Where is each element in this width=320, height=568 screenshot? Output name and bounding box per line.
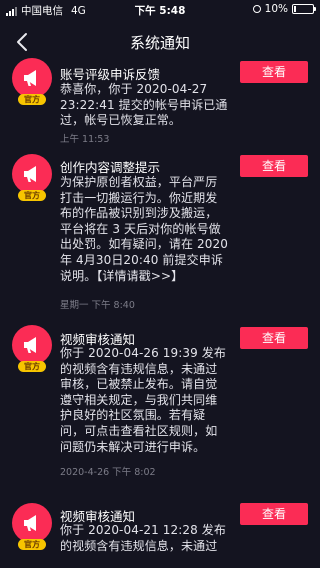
megaphone-icon	[24, 70, 36, 86]
notification-body: 你于 2020-04-26 19:39 发布 的视频含有违规信息，未通过 审核，…	[60, 346, 226, 454]
official-badge: 官方	[18, 361, 46, 372]
official-badge: 官方	[18, 539, 46, 550]
official-avatar[interactable]	[12, 325, 52, 365]
notification-list[interactable]: 官方 账号评级申诉反馈 恭喜你，你于 2020-04-27 23:22:41 提…	[0, 58, 320, 568]
notification-time: 2020-4-26 下午 8:02	[60, 467, 156, 478]
notification-item: 官方 视频审核通知 你于 2020-04-26 19:39 发布 的视频含有违规…	[0, 325, 320, 503]
page-title: 系统通知	[129, 34, 190, 52]
official-badge: 官方	[18, 190, 46, 201]
details-link[interactable]: 【详情请戳>>】	[96, 269, 183, 283]
view-button[interactable]: 查看	[240, 61, 308, 83]
megaphone-icon	[24, 166, 36, 182]
nav-bar: 系统通知	[0, 20, 320, 64]
notification-time: 上午 11:53	[60, 134, 110, 145]
official-avatar[interactable]	[12, 58, 52, 98]
view-button[interactable]: 查看	[240, 503, 308, 525]
notification-title: 创作内容调整提示	[60, 160, 161, 175]
notification-item: 官方 视频审核通知 你于 2020-04-21 12:28 发布 的视频含有违规…	[0, 503, 320, 568]
notification-body-text: 为保护原创者权益，平台严厉 打击一切搬运行为。你近期发 布的作品被识别到涉及搬运…	[60, 175, 228, 283]
notification-item: 官方 账号评级申诉反馈 恭喜你，你于 2020-04-27 23:22:41 提…	[0, 58, 320, 150]
notification-body: 你于 2020-04-21 12:28 发布 的视频含有违规信息，未通过	[60, 523, 226, 553]
notification-item: 官方 创作内容调整提示 为保护原创者权益，平台严厉 打击一切搬运行为。你近期发 …	[0, 150, 320, 325]
notification-body: 为保护原创者权益，平台严厉 打击一切搬运行为。你近期发 布的作品被识别到涉及搬运…	[60, 175, 228, 284]
official-avatar[interactable]	[12, 503, 52, 543]
megaphone-icon	[24, 515, 36, 531]
official-avatar[interactable]	[12, 154, 52, 194]
battery-percent: 10%	[264, 3, 288, 15]
battery-icon	[292, 4, 316, 14]
megaphone-icon	[24, 337, 36, 353]
orientation-lock-icon	[252, 5, 261, 13]
notification-body: 恭喜你，你于 2020-04-27 23:22:41 提交的帐号申诉已通 过，帐…	[60, 82, 228, 128]
status-bar: 中国电信 4G 下午 5:48 10%	[0, 0, 320, 20]
view-button[interactable]: 查看	[240, 327, 308, 349]
official-badge: 官方	[18, 94, 46, 105]
notification-time: 星期一 下午 8:40	[60, 300, 135, 311]
view-button[interactable]: 查看	[240, 155, 308, 177]
status-right: 10%	[252, 3, 316, 15]
screen: 中国电信 4G 下午 5:48 10% 系统通知 官方 账号评级申诉反馈 恭喜你…	[0, 0, 320, 568]
notification-title: 账号评级申诉反馈	[60, 67, 161, 82]
